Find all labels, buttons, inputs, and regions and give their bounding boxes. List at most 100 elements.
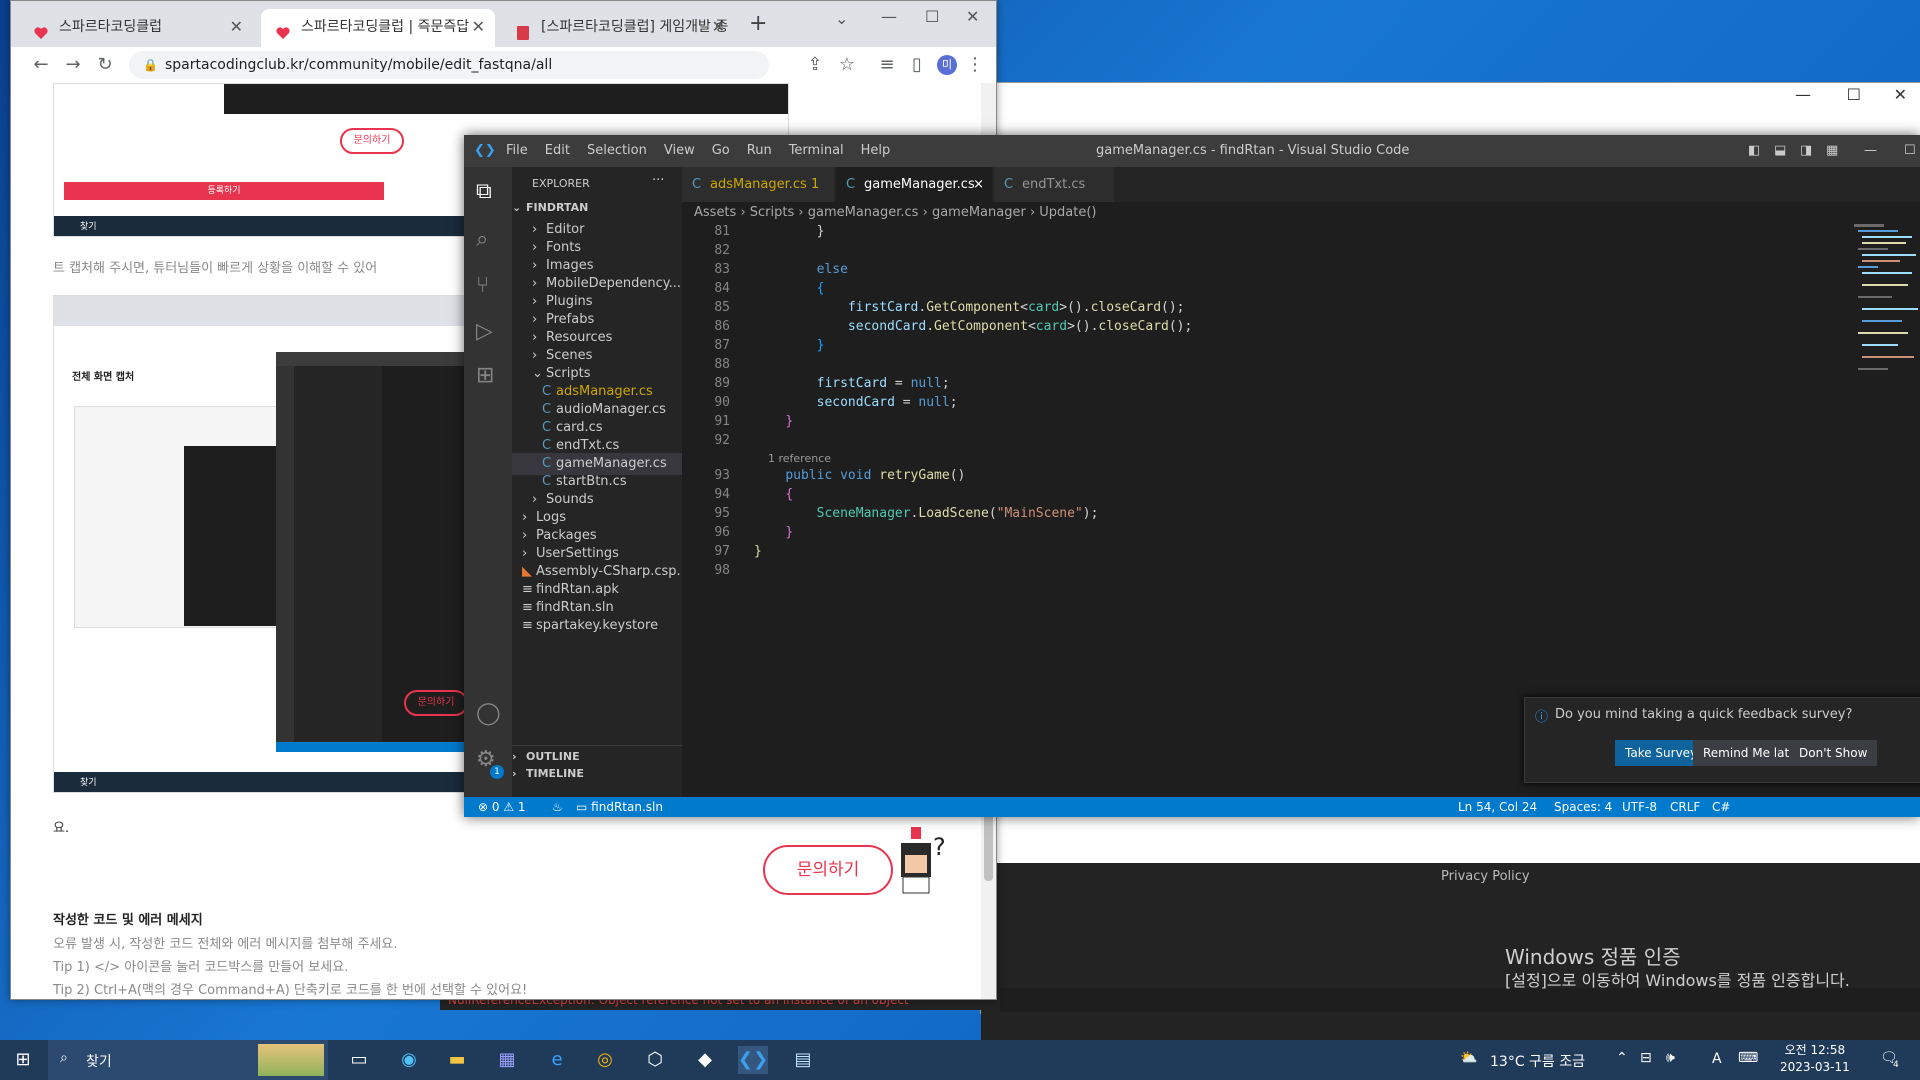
line-ending[interactable]: CRLF: [1670, 797, 1700, 817]
code-line[interactable]: {: [754, 487, 793, 502]
file-explorer-icon[interactable]: ▬: [442, 1046, 472, 1074]
ime-indicator[interactable]: A: [1712, 1051, 1722, 1067]
browser-tab-1[interactable]: 스파르타코딩클럽 ✕: [19, 9, 253, 47]
indentation[interactable]: Spaces: 4: [1554, 797, 1612, 817]
code-line[interactable]: firstCard = null;: [754, 376, 950, 391]
breadcrumb-item[interactable]: gameManager: [932, 205, 1026, 220]
code-line[interactable]: SceneManager.LoadScene("MainScene");: [754, 506, 1099, 521]
breadcrumb-item[interactable]: Update(): [1039, 205, 1096, 220]
tray-chevron-icon[interactable]: ⌃: [1616, 1050, 1628, 1066]
keyboard-icon[interactable]: ⌨: [1738, 1050, 1758, 1066]
network-icon[interactable]: ⊟: [1640, 1050, 1652, 1066]
code-line[interactable]: }: [754, 414, 793, 429]
edge-icon[interactable]: ◉: [394, 1046, 424, 1074]
tab-adsmanager[interactable]: C adsManager.cs 1: [682, 167, 834, 202]
code-line[interactable]: firstCard.GetComponent<card>().closeCard…: [754, 300, 1185, 315]
breadcrumb-item[interactable]: Assets: [694, 205, 736, 220]
cursor-position[interactable]: Ln 54, Col 24: [1458, 797, 1537, 817]
vscode-window[interactable]: ❮❯ File Edit Selection View Go Run Terminal Hel…: [464, 135, 1920, 817]
browser-tab-3[interactable]: [스파르타코딩클럽] 게임개발 종 ✕: [501, 9, 735, 47]
vscode-taskbar-icon[interactable]: ❮❯: [738, 1046, 768, 1074]
code-line[interactable]: }: [754, 544, 762, 559]
task-view-icon[interactable]: ▭: [344, 1046, 374, 1074]
vscode-titlebar[interactable]: ❮❯ File Edit Selection View Go Run Terminal Hel…: [464, 135, 1920, 167]
dont-show-button[interactable]: Don't Show: [1789, 740, 1878, 766]
code-line[interactable]: }: [754, 525, 793, 540]
code-line[interactable]: secondCard.GetComponent<card>().closeCar…: [754, 319, 1192, 334]
close-icon[interactable]: ✕: [1894, 85, 1907, 104]
menu-item-file[interactable]: File: [506, 143, 528, 158]
code-line[interactable]: {: [754, 281, 825, 296]
menu-item-help[interactable]: Help: [861, 143, 891, 158]
customize-layout-icon[interactable]: ▦: [1826, 135, 1838, 167]
maximize-icon[interactable]: ☐: [1847, 85, 1861, 104]
explorer-more-icon[interactable]: ···: [652, 173, 664, 188]
extensions-icon[interactable]: ⊞: [476, 363, 494, 388]
tab-gamemanager[interactable]: C gameManager.cs ×: [836, 167, 992, 202]
breadcrumb-item[interactable]: Scripts: [750, 205, 794, 220]
taskbar-search[interactable]: ⌕ 찾기: [48, 1040, 328, 1080]
close-tab-icon[interactable]: ✕: [472, 9, 485, 45]
run-debug-icon[interactable]: ▷: [476, 319, 493, 344]
unity-editor-icon[interactable]: ◆: [690, 1046, 720, 1074]
back-arrow-icon[interactable]: ←: [29, 53, 53, 77]
menu-bar[interactable]: File Edit Selection View Go Run Terminal Help: [506, 135, 907, 167]
menu-item-view[interactable]: View: [664, 143, 695, 158]
internet-explorer-icon[interactable]: e: [542, 1046, 572, 1074]
search-icon[interactable]: ⌕: [476, 227, 488, 252]
problems-indicator[interactable]: ⊗ 0 ⚠ 1: [478, 797, 526, 817]
bookmark-star-icon[interactable]: ☆: [835, 53, 859, 77]
close-icon[interactable]: ✕: [966, 7, 979, 26]
code-line[interactable]: }: [754, 338, 825, 353]
url-input[interactable]: 🔒 spartacodingclub.kr/community/mobile/e…: [129, 51, 769, 79]
unity-hub-icon[interactable]: ⬡: [640, 1046, 670, 1074]
menu-item-run[interactable]: Run: [747, 143, 772, 158]
reload-icon[interactable]: ↻: [93, 53, 117, 77]
project-root[interactable]: ⌄ FINDRTAN: [512, 197, 682, 219]
encoding[interactable]: UTF-8: [1622, 797, 1657, 817]
menu-item-terminal[interactable]: Terminal: [789, 143, 844, 158]
clock[interactable]: 오전 12:58 2023-03-11: [1780, 1042, 1850, 1076]
toggle-secondary-sidebar-icon[interactable]: ◨: [1800, 135, 1812, 167]
toggle-panel-icon[interactable]: ⬓: [1774, 135, 1786, 167]
minimize-icon[interactable]: —: [1795, 85, 1811, 104]
browser-tab-2[interactable]: 스파르타코딩클럽 | 즉문즉답 ✕: [261, 9, 495, 47]
explorer-icon[interactable]: ⧉: [476, 179, 492, 204]
code-line[interactable]: secondCard = null;: [754, 395, 958, 410]
toggle-sidebar-icon[interactable]: ◧: [1748, 135, 1760, 167]
weather-icon[interactable]: ⛅: [1460, 1050, 1477, 1066]
notepad-icon[interactable]: ▤: [788, 1046, 818, 1074]
code-lens-reference[interactable]: 1 reference: [768, 452, 831, 465]
code-line[interactable]: else: [754, 262, 848, 277]
timeline-section[interactable]: › TIMELINE: [512, 763, 682, 785]
tab-search-chevron-icon[interactable]: ⌄: [835, 9, 848, 28]
maximize-icon[interactable]: ☐: [925, 7, 939, 26]
menu-item-selection[interactable]: Selection: [587, 143, 647, 158]
volume-icon[interactable]: 🕪: [1666, 1050, 1675, 1066]
start-windows-icon[interactable]: ⊞: [8, 1046, 38, 1074]
breadcrumb[interactable]: Assets › Scripts › gameManager.cs › game…: [682, 202, 1920, 224]
solution-indicator[interactable]: ▭ findRtan.sln: [576, 797, 663, 817]
app-grid-icon[interactable]: ▦: [492, 1046, 522, 1074]
language-mode[interactable]: C#: [1712, 797, 1730, 817]
breadcrumb-item[interactable]: gameManager.cs: [808, 205, 919, 220]
tab-endtxt[interactable]: C endTxt.cs: [994, 167, 1114, 202]
forward-arrow-icon[interactable]: →: [61, 53, 85, 77]
share-icon[interactable]: ⇪: [803, 53, 827, 77]
background-window-titlebar[interactable]: — ☐ ✕: [981, 83, 1920, 111]
accounts-icon[interactable]: ◯: [476, 701, 501, 726]
flame-icon[interactable]: ♨: [552, 797, 563, 817]
lock-icon[interactable]: 🔒: [143, 51, 158, 79]
minimize-icon[interactable]: —: [1864, 135, 1877, 167]
minimap[interactable]: [1854, 224, 1920, 424]
maximize-icon[interactable]: ☐: [1904, 135, 1916, 167]
code-line[interactable]: }: [754, 224, 825, 239]
code-line[interactable]: public void retryGame(): [754, 468, 965, 483]
source-control-icon[interactable]: ⑂: [476, 273, 489, 298]
minimize-icon[interactable]: —: [881, 7, 897, 26]
new-tab-button[interactable]: +: [749, 11, 767, 36]
profile-avatar[interactable]: 미: [937, 55, 957, 75]
more-menu-icon[interactable]: ⋮: [963, 53, 987, 77]
menu-item-edit[interactable]: Edit: [545, 143, 570, 158]
privacy-policy-link[interactable]: Privacy Policy: [1441, 869, 1530, 884]
